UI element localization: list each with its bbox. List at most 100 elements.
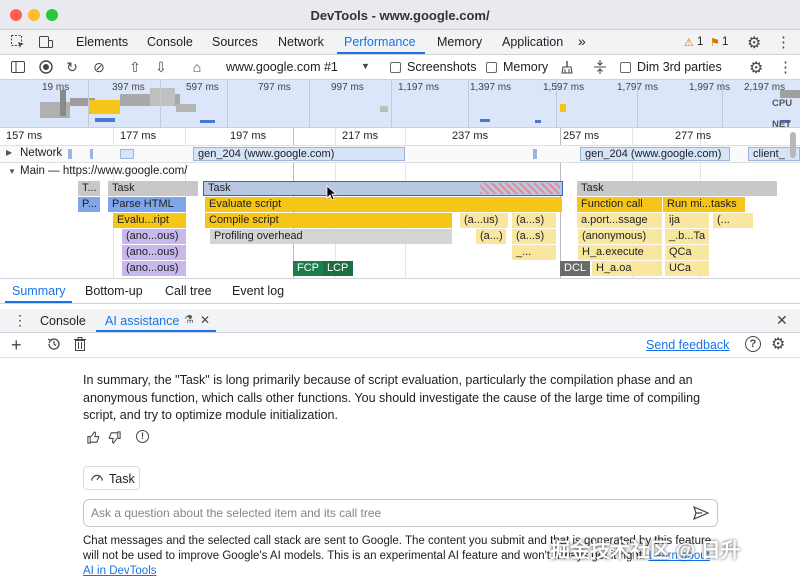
flame-profiling-overhead[interactable]: Profiling overhead [210,229,452,244]
flame-anonymous[interactable]: (a...s) [512,229,556,244]
flame-evaluate-script[interactable]: Evalu...ript [113,213,186,228]
timeline-scrollbar[interactable] [790,132,796,158]
toolbar-more-icon[interactable]: ⋮ [778,58,793,76]
more-tabs-icon[interactable]: » [578,33,586,49]
flame-chart[interactable]: 157 ms 177 ms 197 ms 217 ms 237 ms 257 m… [0,128,800,278]
flame-task[interactable]: T... [78,181,100,196]
capture-settings-gear-icon[interactable]: ⚙ [749,58,763,78]
dcl-marker[interactable]: DCL [560,261,590,276]
device-toolbar-icon[interactable] [38,34,54,53]
timeline-overview[interactable]: 19 ms 397 ms 597 ms 797 ms 997 ms 1,197 … [0,80,800,128]
flame-anonymous[interactable]: (a...us) [460,213,508,228]
thumbs-up-icon[interactable] [86,430,101,448]
history-icon[interactable] [46,336,62,355]
net-label: NET [772,119,791,128]
lcp-marker[interactable]: LCP [323,261,353,276]
fcp-marker[interactable]: FCP [293,261,323,276]
close-drawer-icon[interactable]: ✕ [776,312,788,329]
garbage-collect-icon[interactable] [559,59,575,78]
home-icon[interactable]: ⌂ [189,59,205,75]
settings-gear-icon[interactable]: ⚙ [747,33,761,53]
send-feedback-link[interactable]: Send feedback [646,338,729,352]
flame-compile-script[interactable]: Compile script [205,213,452,228]
context-chip[interactable]: Task [83,466,140,490]
ask-input[interactable]: Ask a question about the selected item a… [83,499,718,527]
tab-memory[interactable]: Memory [437,35,482,49]
collapse-tracks-icon[interactable] [592,58,608,79]
flame-anonymous[interactable]: (a...) [476,229,506,244]
time-tick: 157 ms [6,130,43,142]
flame-task[interactable]: Task [577,181,777,196]
tab-bottom-up[interactable]: Bottom-up [85,284,143,298]
flame-function[interactable]: QCa [665,245,709,260]
network-request-bar[interactable]: gen_204 (www.google.com) [193,147,405,161]
details-tab-bar: Summary Bottom-up Call tree Event log [0,278,800,304]
tab-summary[interactable]: Summary [12,284,65,298]
network-request-bar[interactable]: gen_204 (www.google.com) [580,147,730,161]
help-icon[interactable]: ? [745,336,761,352]
flame-evaluate-script[interactable]: Evaluate script [205,197,562,212]
memory-checkbox[interactable] [486,62,497,73]
tab-elements[interactable]: Elements [76,35,128,49]
flame-function[interactable]: ija [665,213,709,228]
dim-third-parties-checkbox[interactable] [620,62,631,73]
inspect-element-icon[interactable] [10,34,26,53]
flame-anonymous[interactable]: (ano...ous) [122,261,186,276]
window-title: DevTools - www.google.com/ [310,8,490,23]
warning-icon[interactable]: ⚠ [684,36,694,49]
new-chat-icon[interactable]: + [11,335,22,356]
overview-tick: 1,197 ms [398,82,440,93]
reload-record-icon[interactable]: ↻ [64,59,80,75]
memory-label: Memory [503,60,549,74]
flame-anonymous[interactable]: (ano...ous) [122,229,186,244]
flame-function[interactable]: H_a.oa [592,261,662,276]
collapse-main-icon[interactable]: ▼ [8,167,16,176]
thumbs-down-icon[interactable] [107,430,122,448]
flame-function[interactable]: UCa [665,261,709,276]
more-options-icon[interactable]: ⋮ [776,33,791,51]
chevron-down-icon[interactable]: ▼ [361,61,370,71]
tab-event-log[interactable]: Event log [232,284,284,298]
overview-tick: 797 ms [258,82,291,93]
ai-response-text: In summary, the "Task" is long primarily… [83,373,701,422]
ai-settings-gear-icon[interactable]: ⚙ [771,334,785,354]
tab-network[interactable]: Network [278,35,324,49]
flame-port-message[interactable]: a.port...ssage [577,213,662,228]
tab-console[interactable]: Console [147,35,193,49]
drawer-menu-icon[interactable]: ⋮ [13,312,27,329]
flame-h-a-execute[interactable]: H_a.execute [578,245,662,260]
tab-application[interactable]: Application [502,35,563,49]
flame-parse[interactable]: P... [78,197,100,212]
send-icon[interactable] [693,505,710,523]
upload-icon[interactable]: ⇧ [127,59,143,75]
clear-icon[interactable]: ⊘ [91,59,107,75]
flame-anonymous[interactable]: (ano...ous) [122,245,186,260]
record-icon[interactable] [38,59,54,78]
toggle-sidebar-icon[interactable] [10,59,26,78]
flame-function[interactable]: (... [713,213,753,228]
active-tab-indicator [5,301,72,303]
flame-function[interactable]: _... [512,245,556,260]
flame-anonymous[interactable]: (anonymous) [578,229,662,244]
drawer-tab-console[interactable]: Console [40,314,86,328]
recording-select[interactable]: www.google.com #1 [226,60,338,74]
flame-function[interactable]: _.b...Ta [665,229,709,244]
drawer-tab-ai-assistance[interactable]: AI assistance [105,314,179,328]
flame-anonymous[interactable]: (a...s) [512,213,556,228]
tab-performance[interactable]: Performance [344,35,416,49]
flame-function-call[interactable]: Function call [577,197,662,212]
issues-flag-icon[interactable]: ⚑ [710,36,720,49]
mouse-cursor-icon [326,185,338,201]
tab-call-tree[interactable]: Call tree [165,284,212,298]
flame-task[interactable]: Task [108,181,198,196]
flame-parse-html[interactable]: Parse HTML [108,197,186,212]
drawer-tab-bar: ⋮ Console AI assistance ⚗ ✕ ✕ [0,309,800,333]
close-tab-icon[interactable]: ✕ [200,313,210,327]
delete-icon[interactable] [72,336,88,355]
report-icon[interactable]: ! [136,430,149,443]
expand-network-icon[interactable]: ▶ [6,148,12,157]
tab-sources[interactable]: Sources [212,35,258,49]
screenshots-checkbox[interactable] [390,62,401,73]
flame-run-microtasks[interactable]: Run mi...tasks [663,197,745,212]
download-icon[interactable]: ⇩ [153,59,169,75]
